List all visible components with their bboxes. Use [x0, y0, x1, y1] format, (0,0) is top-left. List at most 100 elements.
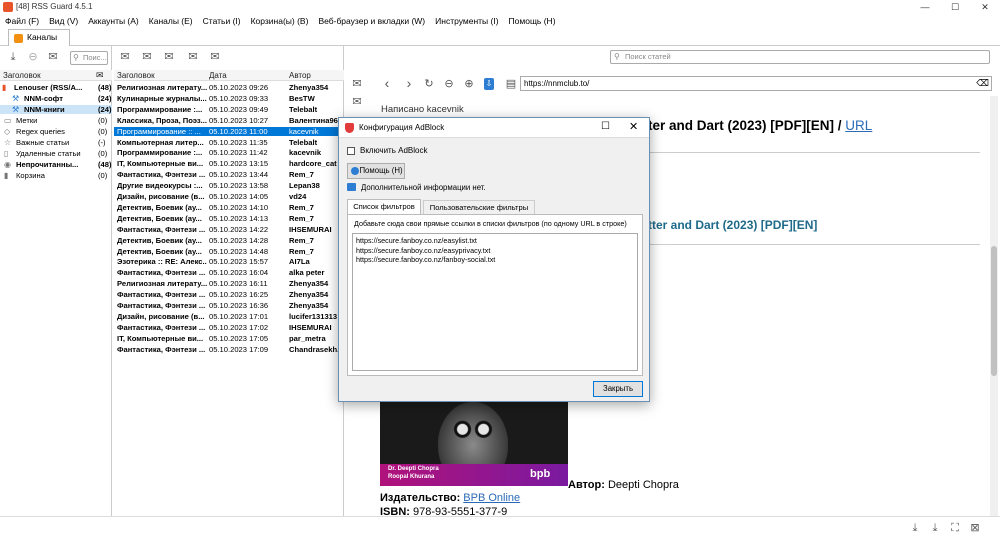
article-row[interactable]: IT, Компьютерные ви... 05.10.2023 13:15 ha… [114, 159, 342, 168]
minimize-button[interactable]: — [910, 0, 940, 14]
feed-item[interactable]: ▮ Lenouser (RSS/A... (48) [0, 83, 112, 92]
article-author: IHSEMURAI [289, 224, 332, 234]
menu-accounts[interactable]: Аккаунты (A) [83, 14, 144, 28]
article-row[interactable]: Фантастика, Фэнтези ... 05.10.2023 17:09 C… [114, 345, 342, 354]
download-icon[interactable]: ⤓ [908, 522, 922, 534]
article-row[interactable]: Программирование :... 05.10.2023 09:49 Tel… [114, 105, 342, 114]
url-field[interactable]: https://nnmclub.to/ ⌫ [520, 76, 992, 91]
article-row[interactable]: Программирование :: ... 05.10.2023 11:00 k… [114, 126, 342, 136]
mail-icon[interactable]: ✉ [350, 96, 364, 108]
publisher-link[interactable]: BPB Online [463, 492, 520, 504]
reload-icon[interactable]: ↻ [422, 78, 436, 90]
feed-item[interactable]: ⚒ NNM-книги (24) [0, 105, 112, 115]
mail-icon[interactable]: ✉ [350, 78, 364, 90]
scrollbar-thumb[interactable] [991, 246, 997, 376]
feeds-header[interactable]: Заголовок ✉ [0, 70, 112, 81]
article-date: 05.10.2023 11:42 [209, 148, 268, 158]
article-row[interactable]: IT, Компьютерные ви... 05.10.2023 17:05 pa… [114, 334, 342, 343]
article-row[interactable]: Фантастика, Фэнтези ... 05.10.2023 14:22 I… [114, 225, 342, 234]
move-to-bin-icon[interactable]: ✉ [186, 51, 200, 63]
article-author: Chandrasekh... [289, 344, 342, 354]
article-row[interactable]: Кулинарные журналы... 05.10.2023 09:33 Bes… [114, 94, 342, 103]
article-row[interactable]: Дизайн, рисование (в... 05.10.2023 14:05 v… [114, 192, 342, 201]
article-row[interactable]: Программирование :... 05.10.2023 11:42 kac… [114, 148, 342, 157]
exit-icon[interactable]: ⊠ [968, 522, 982, 534]
article-row[interactable]: Фантастика, Фэнтези ... 05.10.2023 16:36 Z… [114, 301, 342, 310]
article-row[interactable]: Дизайн, рисование (в... 05.10.2023 17:01 l… [114, 312, 342, 321]
article-row[interactable]: Другие видеокурсы :... 05.10.2023 13:58 Le… [114, 181, 342, 190]
article-date: 05.10.2023 09:49 [209, 104, 269, 114]
clear-url-icon[interactable]: ⌫ [976, 77, 989, 90]
mark-unread-icon[interactable]: ✉ [140, 51, 154, 63]
article-row[interactable]: Компьютерная литер... 05.10.2023 11:35 Tel… [114, 138, 342, 147]
articles-header[interactable]: Заголовок Дата Автор [114, 70, 344, 81]
article-heading: ter and Dart (2023) [PDF][EN] / URL [648, 118, 872, 133]
article-date: 05.10.2023 17:09 [209, 344, 269, 354]
feed-item[interactable]: ▭ Метки (0) [0, 116, 112, 125]
download-all-icon[interactable]: ⤓ [928, 522, 942, 534]
article-row[interactable]: Фантастика, Фэнтези ... 05.10.2023 16:04 a… [114, 268, 342, 277]
enable-adblock-checkbox[interactable] [347, 147, 355, 155]
reader-icon[interactable]: ⇩ [484, 78, 494, 90]
fullscreen-icon[interactable]: ⛶ [948, 522, 962, 534]
article-url-link[interactable]: URL [845, 118, 872, 133]
rss-icon [14, 34, 23, 43]
help-button[interactable]: Помощь (H) [347, 163, 405, 179]
article-author: Rem_7 [289, 213, 314, 223]
tab-custom-filters[interactable]: Пользовательские фильтры [423, 200, 535, 214]
page-icon[interactable]: ▤ [504, 78, 518, 90]
publisher-label: Издательство: [380, 492, 461, 504]
article-row[interactable]: Эзотерика :: RE: Алекс... 05.10.2023 15:5… [114, 257, 342, 266]
article-row[interactable]: Детектив, Боевик (ау... 05.10.2023 14:28 R… [114, 236, 342, 245]
article-row[interactable]: Религиозная литерату... 05.10.2023 16:11 Z… [114, 279, 342, 288]
menu-tools[interactable]: Инструменты (I) [430, 14, 503, 28]
message-icon [347, 183, 356, 191]
mark-important-icon[interactable]: ✉ [162, 51, 176, 63]
zoom-icon[interactable]: ⊕ [462, 78, 476, 90]
menu-file[interactable]: Файл (F) [0, 14, 44, 28]
article-row[interactable]: Классика, Проза, Поэз... 05.10.2023 10:27… [114, 116, 342, 125]
feed-item[interactable]: ☆ Важные статьи (-) [0, 138, 112, 147]
dialog-maximize-button[interactable]: ☐ [601, 121, 610, 132]
article-row[interactable]: Фантастика, Фэнтези ... 05.10.2023 17:02 I… [114, 323, 342, 332]
mark-read-icon[interactable]: ✉ [46, 51, 60, 63]
article-date: 05.10.2023 16:11 [209, 279, 268, 289]
tab-filter-list[interactable]: Список фильтров [347, 199, 421, 214]
mark-read-icon[interactable]: ✉ [118, 51, 132, 63]
article-author: AI7La [289, 257, 310, 267]
feed-item[interactable]: ◇ Regex queries (0) [0, 127, 112, 136]
menu-view[interactable]: Вид (V) [44, 14, 83, 28]
article-date: 05.10.2023 17:01 [209, 311, 269, 321]
menu-articles[interactable]: Статьи (I) [198, 14, 246, 28]
menu-help[interactable]: Помощь (H) [504, 14, 561, 28]
maximize-button[interactable]: ☐ [940, 0, 970, 14]
close-window-button[interactable]: ✕ [970, 0, 1000, 14]
tab-feeds[interactable]: Каналы [8, 29, 70, 46]
update-feeds-icon[interactable]: ⤓ [6, 51, 20, 63]
viewer-scrollbar[interactable] [990, 96, 998, 516]
forward-icon[interactable]: › [402, 76, 416, 90]
close-dialog-button[interactable]: Закрыть [593, 381, 643, 397]
article-row[interactable]: Фантастика, Фэнтези ... 05.10.2023 16:25 Z… [114, 290, 342, 299]
article-row[interactable]: Детектив, Боевик (ау... 05.10.2023 14:13 R… [114, 214, 342, 223]
dialog-title: Конфигурация AdBlock [359, 123, 445, 132]
article-row[interactable]: Детектив, Боевик (ау... 05.10.2023 14:10 R… [114, 203, 342, 212]
filter-urls-textarea[interactable]: https://secure.fanboy.co.nz/easylist.txt… [352, 233, 638, 371]
article-row[interactable]: Религиозная литерату... 05.10.2023 09:26 Z… [114, 83, 342, 92]
article-row[interactable]: Фантастика, Фэнтези ... 05.10.2023 13:44 R… [114, 170, 342, 179]
feed-item[interactable]: ▯ Удаленные статьи (0) [0, 149, 112, 158]
article-row[interactable]: Детектив, Боевик (ау... 05.10.2023 14:48 R… [114, 247, 342, 256]
dialog-close-button[interactable]: ✕ [629, 120, 638, 133]
menu-feeds[interactable]: Каналы (E) [144, 14, 198, 28]
stop-icon[interactable]: ⊖ [442, 78, 456, 90]
menu-web-browser[interactable]: Веб-браузер и вкладки (W) [313, 14, 430, 28]
back-icon[interactable]: ‹ [380, 76, 394, 90]
restore-icon[interactable]: ✉ [208, 51, 222, 63]
feed-item[interactable]: ◉ Непрочитанны... (48) [0, 160, 112, 169]
feed-item[interactable]: ⚒ NNM-софт (24) [0, 94, 112, 103]
menu-recycle-bin[interactable]: Корзина(ы) (B) [246, 14, 314, 28]
article-date: 05.10.2023 17:05 [209, 333, 269, 343]
feed-item[interactable]: ▮ Корзина (0) [0, 171, 112, 180]
stop-icon[interactable]: ⊖ [26, 51, 40, 63]
feeds-search-input[interactable]: ⚲ Поис... [70, 51, 108, 65]
